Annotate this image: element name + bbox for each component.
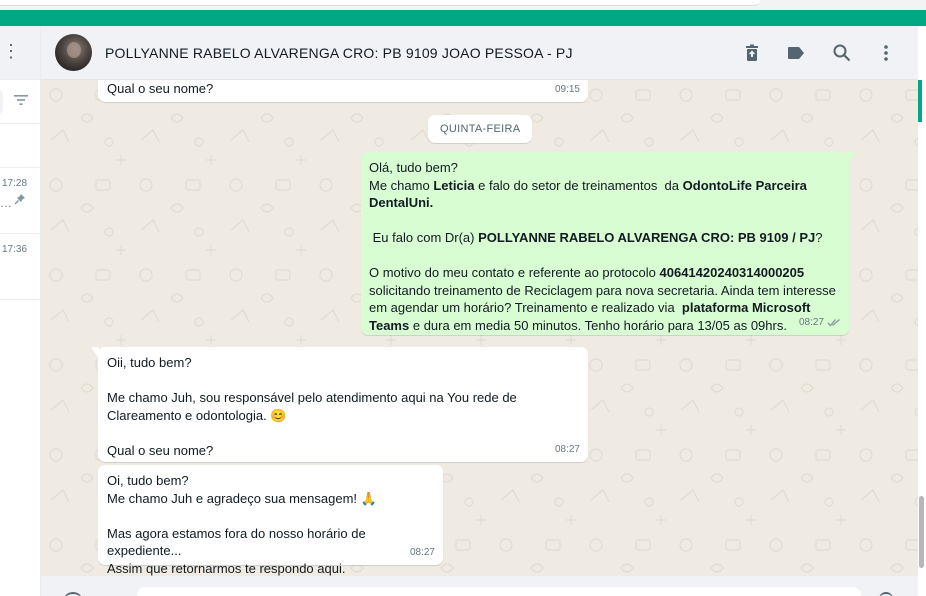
message-bubble-incoming[interactable]: Oi, tudo bem? Me chamo Juh e agradeço su… [98,465,443,576]
menu-icon[interactable]: ⋮ [2,42,20,60]
filter-icon[interactable] [14,94,28,106]
message-bubble-incoming[interactable]: Qual o seu nome? 09:15 [98,80,588,102]
message-input[interactable] [137,587,861,596]
chat-time: 17:36 [2,244,28,255]
scrollbar-thumb[interactable] [919,496,924,568]
read-receipt-icon [827,318,840,327]
search-input[interactable] [0,88,3,116]
message-time: 08:27 [798,316,824,328]
chat-list-header: ⋮ [0,26,40,80]
menu-icon[interactable] [876,43,896,63]
chat-time: 17:28 [2,178,28,189]
message-bubble-incoming[interactable]: Oii, tudo bem? Me chamo Juh, sou respons… [91,347,588,462]
pin-icon [14,194,25,205]
message-time: 09:15 [554,83,580,95]
chat-list-item[interactable]: 17:36 [0,234,40,300]
chat-list-item[interactable] [0,124,40,168]
message-meta: 08:27 [799,314,841,332]
conversation-header[interactable]: POLLYANNE RABELO ALVARENGA CRO: PB 9109 … [41,26,918,80]
avatar[interactable] [55,34,92,71]
conversation-panel: POLLYANNE RABELO ALVARENGA CRO: PB 9109 … [41,26,926,596]
delete-icon[interactable] [742,43,762,63]
message-list[interactable]: Qual o seu nome? 09:15 QUINTA-FEIRA Olá,… [41,80,918,576]
app-top-bar [0,10,926,26]
scrollbar[interactable] [918,26,926,596]
message-text: Qual o seu nome? [107,81,214,96]
date-divider: QUINTA-FEIRA [428,115,533,143]
browser-tab-strip [0,0,926,10]
message-time: 08:27 [409,546,435,558]
chat-list-item[interactable]: 17:28 … [0,168,40,234]
message-text: Oii, tudo bem? Me chamo Juh, sou respons… [107,355,517,458]
message-bubble-outgoing[interactable]: Olá, tudo bem? Me chamo Leticia e falo d… [361,152,856,335]
message-time: 08:27 [554,443,580,455]
mic-icon[interactable] [879,592,893,596]
compose-bar [41,576,918,596]
chat-search-bar [0,80,40,124]
chat-snippet: … [0,196,12,210]
message-text: Oi, tudo bem? Me chamo Juh e agradeço su… [107,473,377,576]
search-icon[interactable] [832,43,852,63]
label-icon[interactable] [786,43,806,63]
contact-name[interactable]: POLLYANNE RABELO ALVARENGA CRO: PB 9109 … [105,45,573,61]
emoji-icon[interactable] [63,592,83,596]
message-text: Olá, tudo bem? Me chamo Leticia e falo d… [369,160,840,333]
chat-list-pane: ⋮ 17:28 … 17:36 [0,26,41,596]
